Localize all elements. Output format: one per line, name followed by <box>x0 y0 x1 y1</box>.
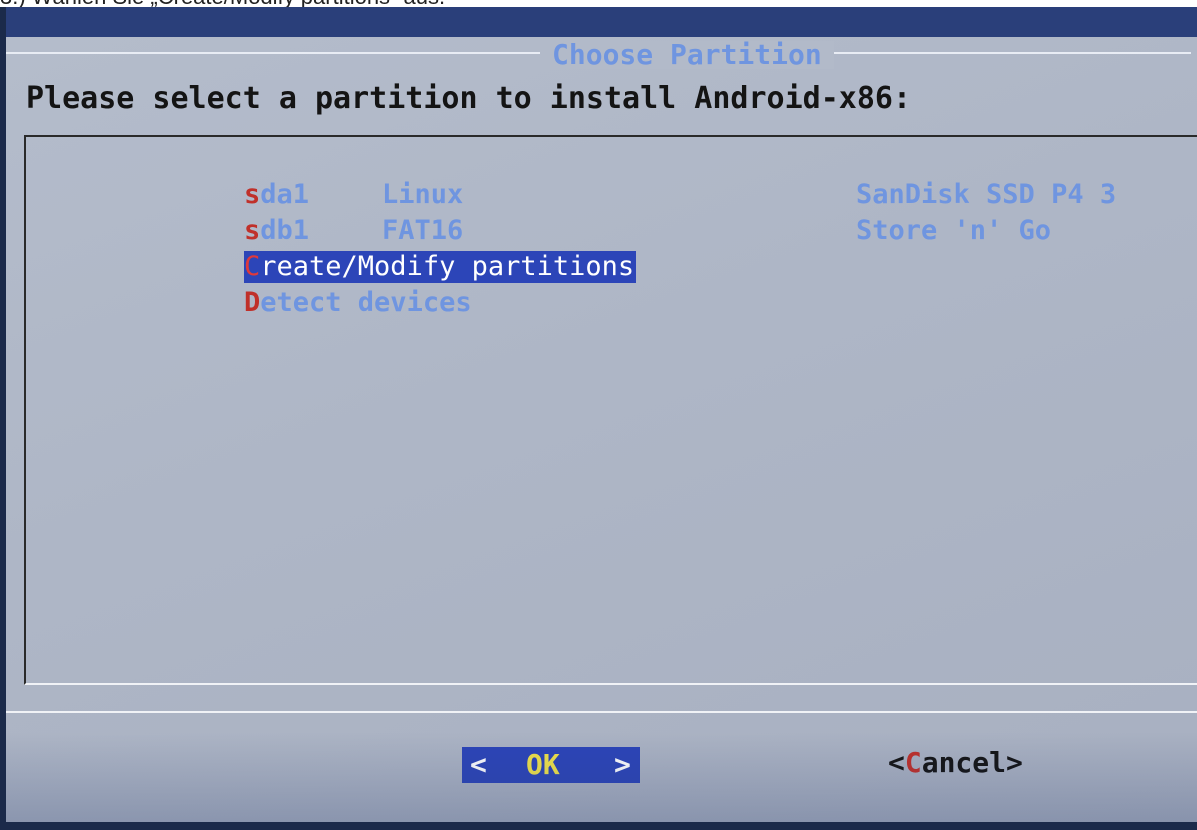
list-item-label: etect devices <box>260 287 472 318</box>
ok-left-bracket: < <box>470 748 487 781</box>
hotkey-letter: D <box>244 287 261 318</box>
list-item-sdb1[interactable]: sdb1 FAT16 Store 'n' Go <box>244 215 1051 247</box>
list-item-label: db1 <box>260 215 310 246</box>
ok-button[interactable]: < OK > <box>462 747 640 783</box>
cancel-close-bracket: > <box>1006 746 1023 779</box>
list-item-sda1[interactable]: sda1 Linux SanDisk SSD P4 3 <box>244 179 1116 211</box>
cancel-label: ancel <box>921 746 1007 779</box>
dialog-title: Choose Partition <box>540 41 834 69</box>
list-item-label: da1 <box>260 179 310 210</box>
partition-type: Linux <box>382 179 464 210</box>
ok-right-bracket: > <box>614 748 631 781</box>
list-item-detect-devices[interactable]: Detect devices <box>244 287 472 319</box>
dialog-prompt: Please select a partition to install And… <box>26 81 912 116</box>
hotkey-letter: s <box>244 179 261 210</box>
installer-screen: Choose Partition Please select a partiti… <box>6 7 1197 822</box>
cancel-open-bracket: < <box>888 746 905 779</box>
hotkey-letter: C <box>244 251 261 282</box>
list-item-create-modify-partitions[interactable]: Create/Modify partitions <box>244 251 637 283</box>
cancel-hotkey: C <box>904 746 922 779</box>
button-separator <box>6 711 1197 713</box>
list-item-label: reate/Modify partitions <box>260 251 635 282</box>
device-name: Store 'n' Go <box>856 215 1052 246</box>
ok-label: OK <box>526 748 560 781</box>
monitor-photo: Choose Partition Please select a partiti… <box>0 7 1197 830</box>
cancel-button[interactable]: <Cancel> <box>888 745 1023 781</box>
partition-type: FAT16 <box>382 215 464 246</box>
device-name: SanDisk SSD P4 3 <box>856 179 1117 210</box>
hotkey-letter: s <box>244 215 261 246</box>
partition-list: sda1 Linux SanDisk SSD P4 3 sdb1 FAT16 S… <box>24 135 1197 685</box>
